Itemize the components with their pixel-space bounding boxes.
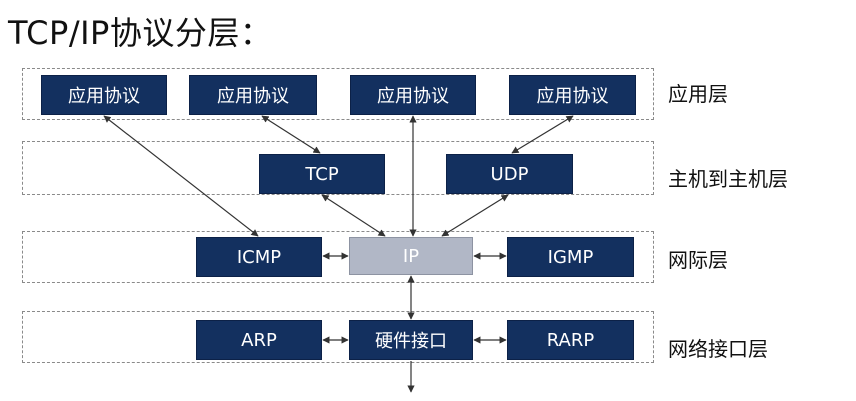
arrow-app1-icmp xyxy=(103,115,259,237)
arrow-udp-ip xyxy=(441,194,509,237)
tcp-ip-layer-diagram: TCP/IP协议分层： 应用层 主机到主机层 网际层 网络接口层 应用协议 应用… xyxy=(0,0,856,401)
arrow-tcp-ip xyxy=(321,194,386,237)
arrow-app4-udp xyxy=(511,115,574,154)
connector-arrows xyxy=(103,115,574,393)
arrow-app2-tcp xyxy=(261,115,321,154)
